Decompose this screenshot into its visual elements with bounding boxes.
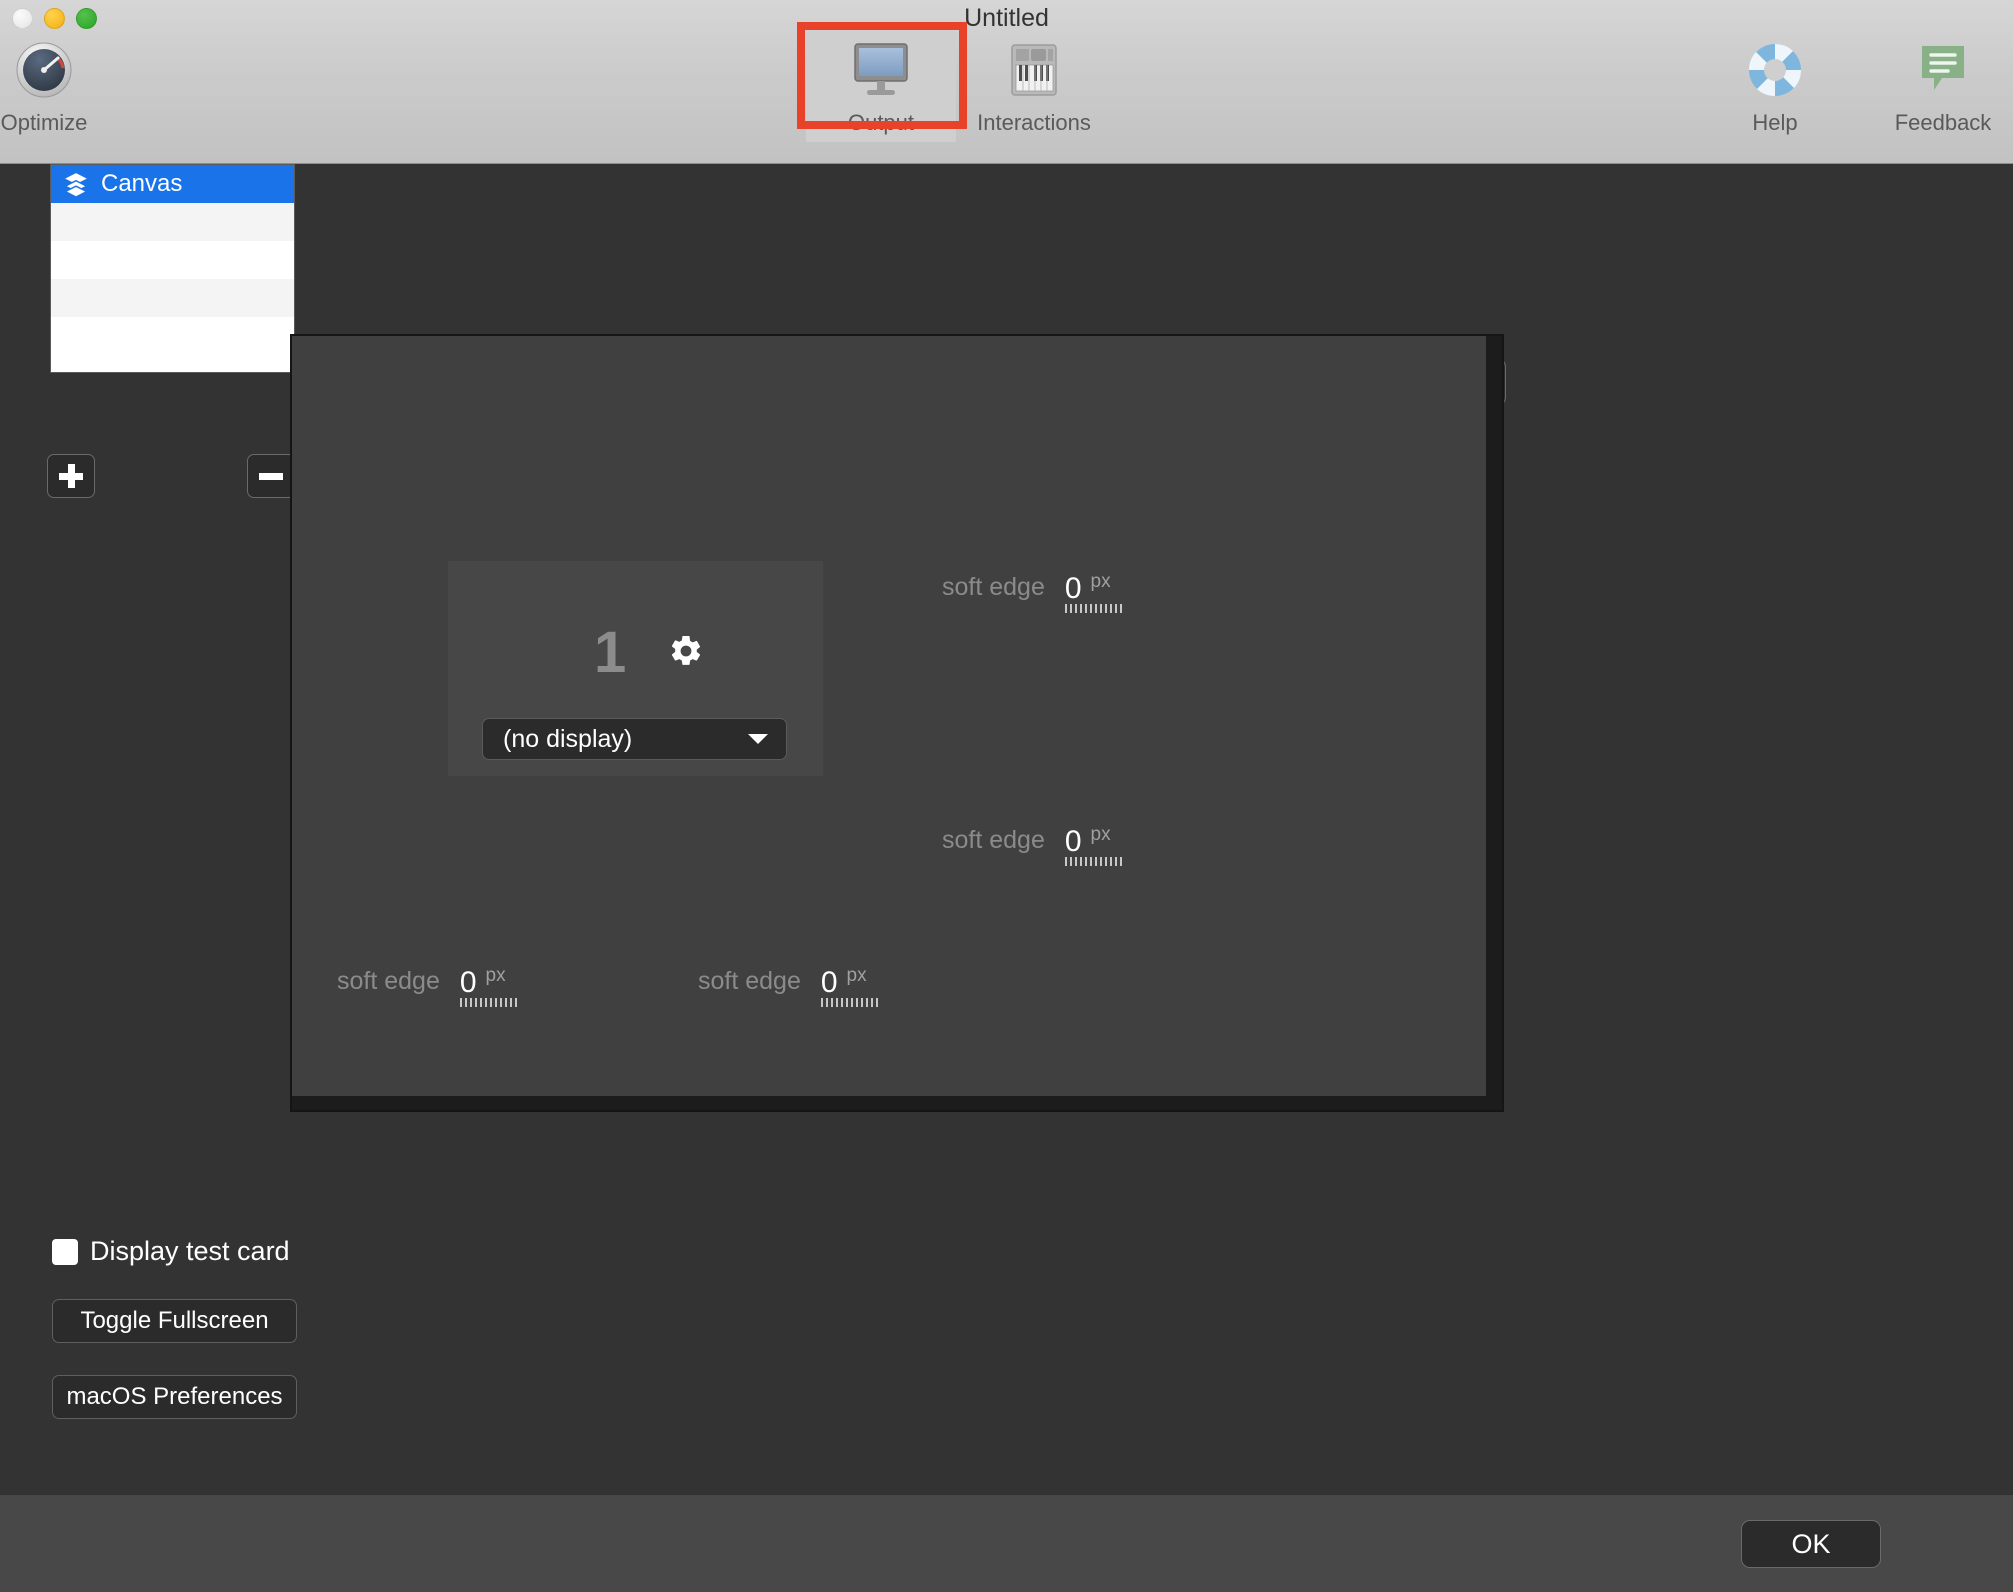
life-ring-icon (1700, 34, 1850, 106)
list-item[interactable] (51, 241, 294, 279)
toolbar-item-label: Help (1700, 110, 1850, 136)
soft-edge-label: soft edge (337, 967, 440, 996)
soft-edge-unit: px (486, 965, 506, 987)
macos-preferences-label: macOS Preferences (66, 1383, 282, 1411)
toolbar-item-feedback[interactable]: Feedback (1868, 30, 2013, 142)
list-item-label: Canvas (101, 170, 182, 198)
soft-edge-value[interactable]: 0 (1065, 574, 1082, 604)
dialog-footer: OK (0, 1494, 2013, 1592)
soft-edge-field[interactable]: 0 px (460, 965, 506, 998)
window-title: Untitled (0, 4, 2013, 33)
window-toolbar: Untitled (0, 0, 2013, 164)
gauge-icon (0, 34, 119, 106)
soft-edge-unit: px (847, 965, 867, 987)
soft-edge-unit: px (1091, 571, 1111, 593)
soft-edge-bottom-left[interactable]: soft edge 0 px (337, 965, 506, 998)
macos-preferences-button[interactable]: macOS Preferences (52, 1375, 297, 1419)
soft-edge-value[interactable]: 0 (821, 968, 838, 998)
midi-keyboard-icon (959, 34, 1109, 106)
slider-track[interactable] (460, 998, 520, 1007)
toolbar-item-label: Interactions (959, 110, 1109, 136)
toolbar-item-label: Optimize (0, 110, 119, 136)
display-select[interactable]: (no display) (482, 718, 787, 760)
canvas-preview-frame: 1 (no display) soft edge 0 px (290, 334, 1504, 1112)
slider-track[interactable] (821, 998, 881, 1007)
soft-edge-value[interactable]: 0 (460, 968, 477, 998)
toolbar-item-help[interactable]: Help (1700, 30, 1850, 142)
canvas-preview-area[interactable]: 1 (no display) soft edge 0 px (292, 336, 1486, 1096)
toggle-fullscreen-label: Toggle Fullscreen (80, 1307, 268, 1335)
toolbar-item-output[interactable]: Output (806, 30, 956, 142)
display-test-card-row[interactable]: Display test card (52, 1236, 290, 1267)
toolbar-item-label: Feedback (1868, 110, 2013, 136)
soft-edge-label: soft edge (942, 573, 1045, 602)
soft-edge-value[interactable]: 0 (1065, 827, 1082, 857)
ok-button-label: OK (1791, 1529, 1830, 1560)
gear-icon[interactable] (668, 633, 704, 669)
soft-edge-unit: px (1091, 824, 1111, 846)
soft-edge-mid-right[interactable]: soft edge 0 px (942, 824, 1111, 857)
soft-edge-field[interactable]: 0 px (1065, 824, 1111, 857)
soft-edge-label: soft edge (942, 826, 1045, 855)
slider-track[interactable] (1065, 604, 1125, 613)
soft-edge-field[interactable]: 0 px (1065, 571, 1111, 604)
list-item[interactable] (51, 279, 294, 317)
display-select-value: (no display) (503, 725, 632, 754)
toolbar-item-interactions[interactable]: Interactions (959, 30, 1109, 142)
list-item[interactable] (51, 203, 294, 241)
app-window: Untitled (0, 0, 2013, 1592)
slider-track[interactable] (1065, 857, 1125, 866)
canvas-list[interactable]: Canvas (50, 164, 295, 373)
display-test-card-checkbox[interactable] (52, 1239, 78, 1265)
soft-edge-top-right[interactable]: soft edge 0 px (942, 571, 1111, 604)
layers-icon (63, 171, 89, 197)
remove-canvas-button[interactable] (247, 454, 295, 498)
add-canvas-button[interactable] (47, 454, 95, 498)
toolbar-item-label: Output (806, 110, 956, 136)
main-panel: computer (this one) i Mapping layout 1 x… (300, 164, 2013, 1494)
soft-edge-label: soft edge (698, 967, 801, 996)
list-item[interactable] (51, 317, 294, 355)
list-item[interactable]: Canvas (51, 165, 294, 203)
toolbar-item-optimize[interactable]: Optimize (0, 30, 119, 142)
ok-button[interactable]: OK (1741, 1520, 1881, 1568)
left-sidebar: Canvas Display test card Toggle Fullscre… (0, 164, 300, 1494)
speech-bubble-icon (1868, 34, 2013, 106)
soft-edge-field[interactable]: 0 px (821, 965, 867, 998)
chevron-down-icon (748, 734, 768, 744)
soft-edge-bottom-mid[interactable]: soft edge 0 px (698, 965, 867, 998)
display-test-card-label: Display test card (90, 1236, 290, 1267)
display-icon (806, 34, 956, 106)
output-tile-number: 1 (594, 619, 626, 686)
toggle-fullscreen-button[interactable]: Toggle Fullscreen (52, 1299, 297, 1343)
